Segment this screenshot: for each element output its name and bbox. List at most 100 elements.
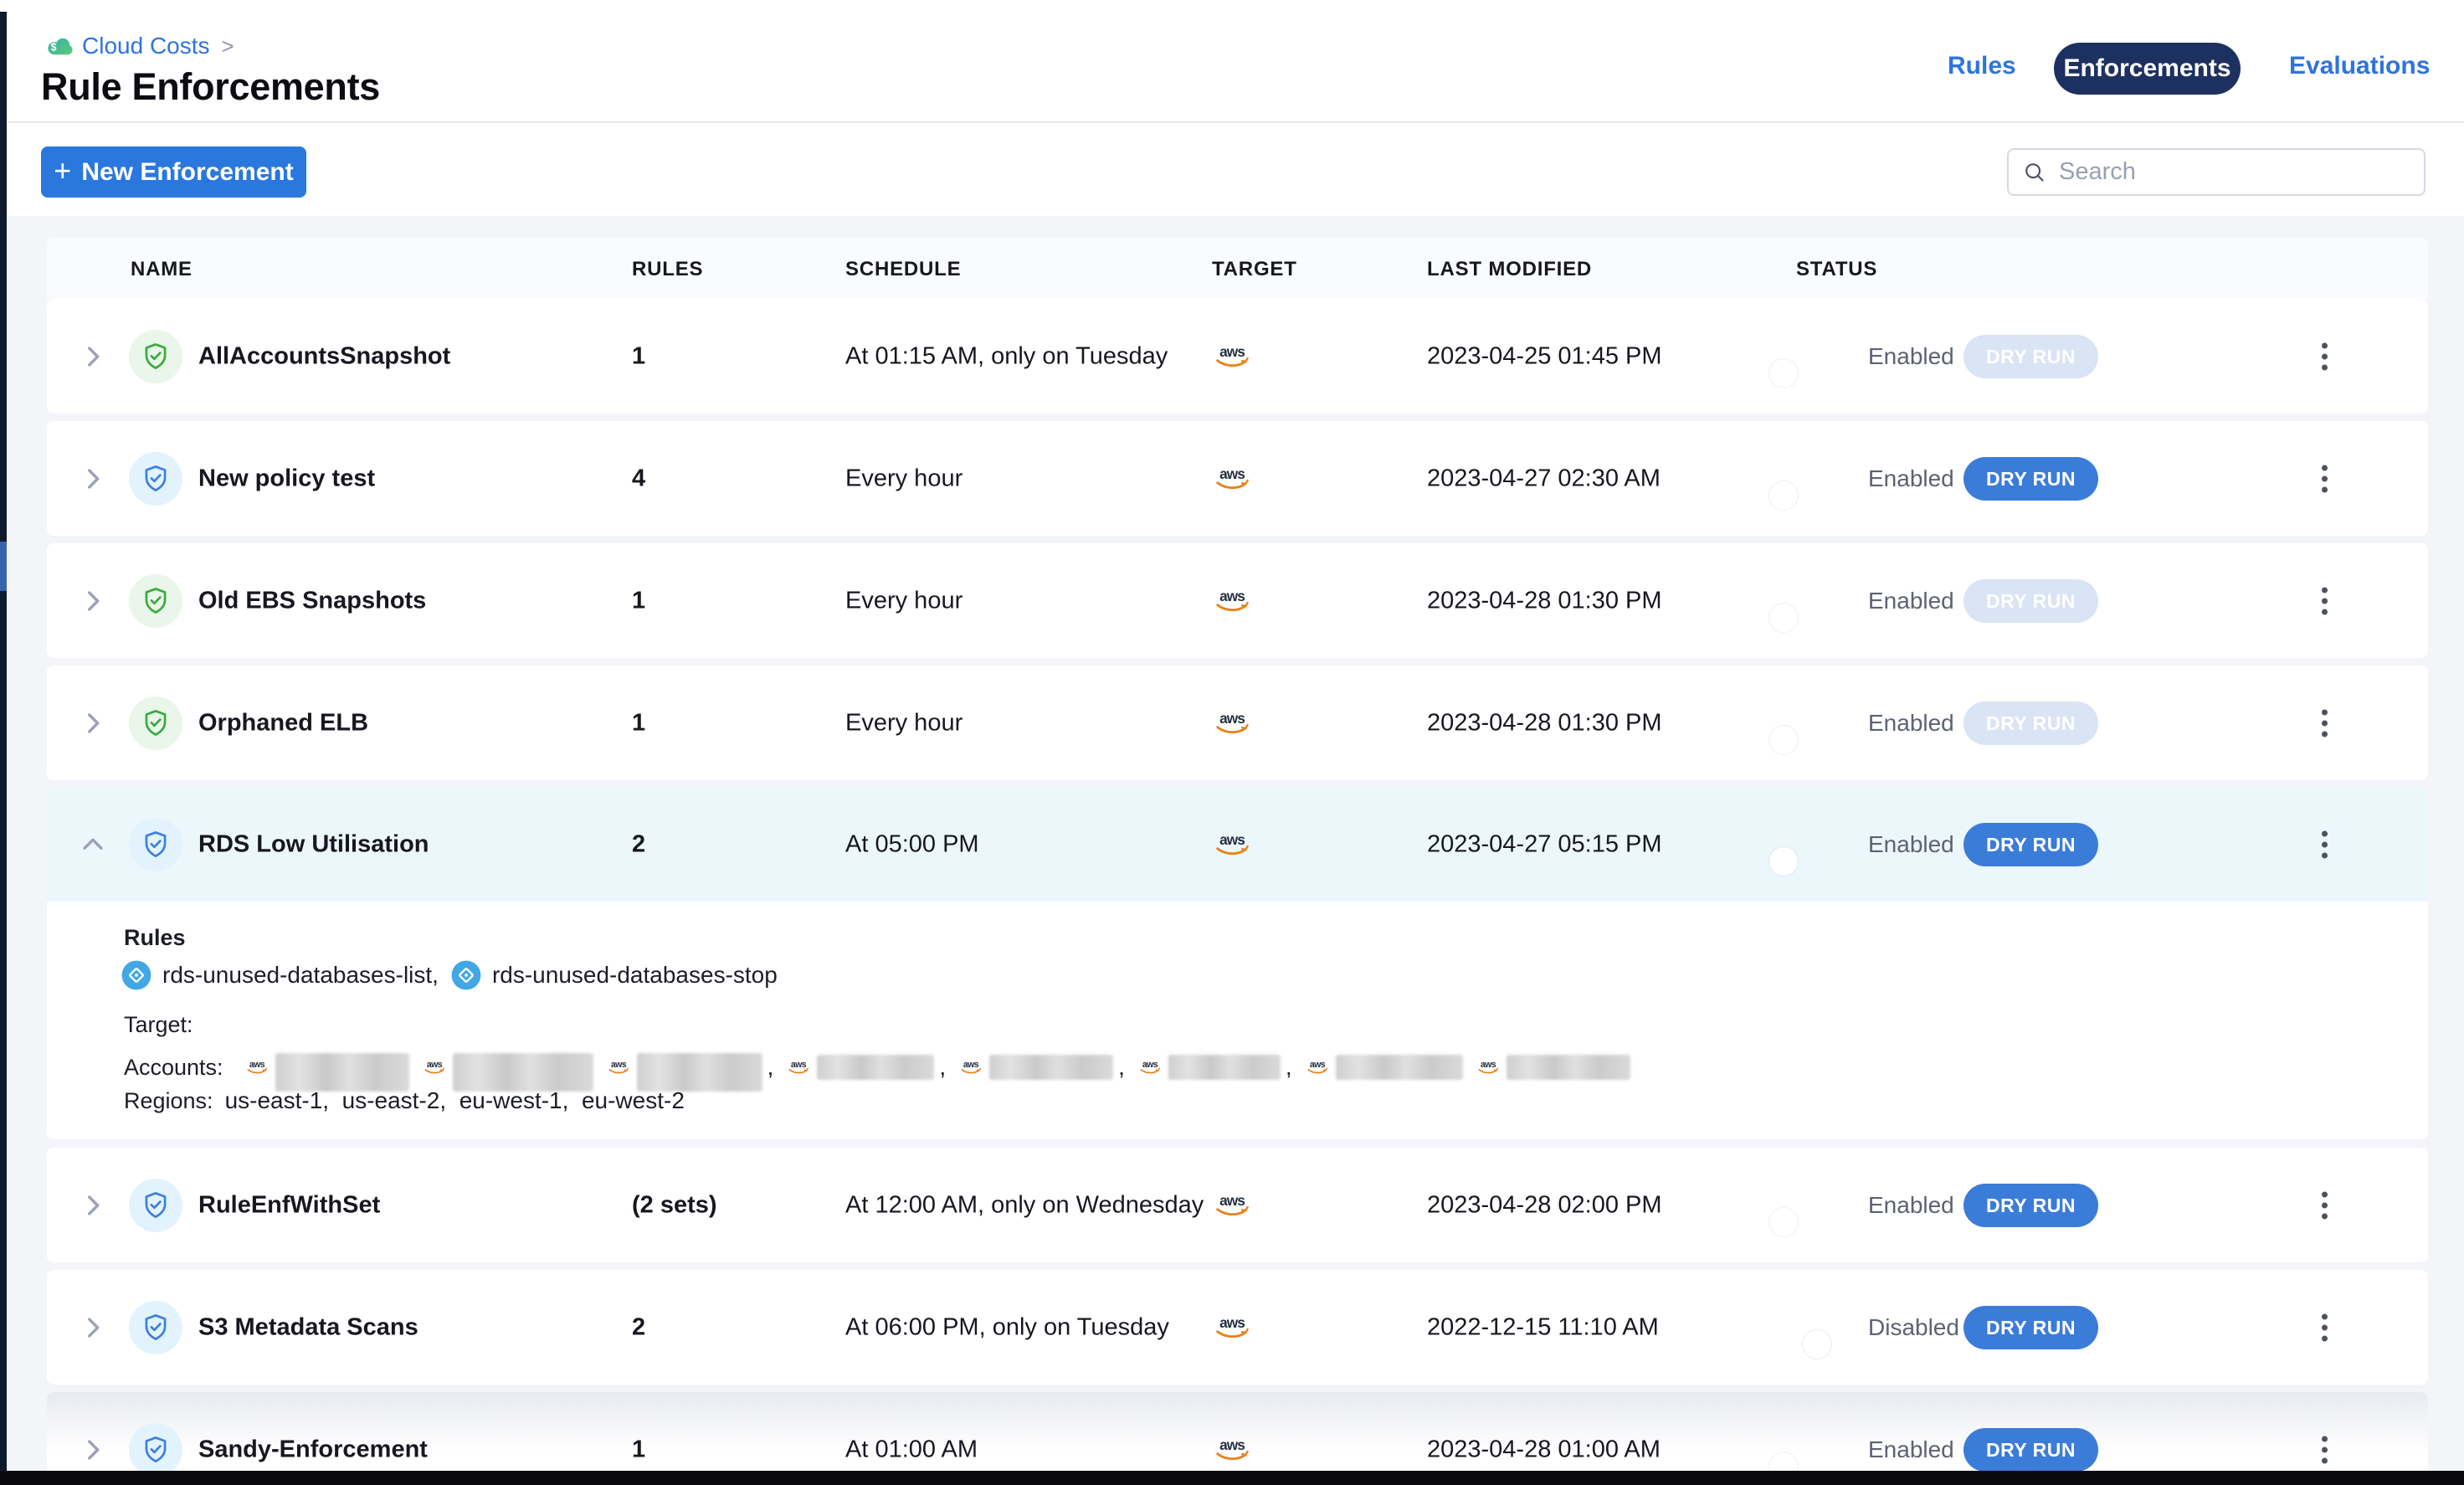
- enforcement-shield-icon: [129, 1301, 182, 1354]
- new-enforcement-label: New Enforcement: [81, 158, 293, 187]
- table-row: New policy test 4 Every hour 2023-04-27 …: [47, 421, 2428, 536]
- enforcement-shield-icon: [129, 1179, 182, 1232]
- rules-count: 1: [632, 342, 645, 370]
- expand-chevron-icon[interactable]: [79, 1313, 107, 1342]
- last-modified: 2023-04-27 05:15 PM: [1427, 830, 1662, 858]
- tab-enforcements[interactable]: Enforcements: [2054, 43, 2241, 95]
- column-header-schedule: SCHEDULE: [845, 258, 961, 281]
- redacted-account: [957, 1055, 1113, 1080]
- collapse-chevron-icon[interactable]: [79, 830, 107, 859]
- enforcement-name[interactable]: AllAccountsSnapshot: [198, 342, 450, 370]
- enforcement-name[interactable]: New policy test: [198, 465, 375, 492]
- status-label: Enabled: [1868, 1436, 1954, 1463]
- table-row: RuleEnfWithSet (2 sets) At 12:00 AM, onl…: [47, 1148, 2428, 1262]
- cloud-costs-icon: $: [47, 35, 74, 58]
- kebab-menu-icon[interactable]: [2317, 1431, 2333, 1468]
- details-target-label: Target:: [124, 1012, 193, 1038]
- redacted-account: [1475, 1055, 1630, 1080]
- rules-count: 1: [632, 587, 645, 614]
- enforcement-name[interactable]: Orphaned ELB: [198, 709, 368, 737]
- expand-chevron-icon[interactable]: [79, 587, 107, 615]
- column-header-last-modified: LAST MODIFIED: [1427, 258, 1592, 281]
- redacted-account: [1304, 1055, 1463, 1080]
- enforcement-name[interactable]: Old EBS Snapshots: [198, 587, 426, 614]
- accounts-row: Accounts: , , , ,: [124, 1049, 1630, 1086]
- table-row: S3 Metadata Scans 2 At 06:00 PM, only on…: [47, 1270, 2428, 1385]
- column-header-name: NAME: [131, 258, 192, 281]
- schedule-text: Every hour: [845, 465, 963, 492]
- schedule-text: At 01:15 AM, only on Tuesday: [845, 342, 1168, 370]
- expanded-details: Rules rds-unused-databases-list, rds-unu…: [47, 902, 2428, 1139]
- enforcement-shield-icon: [129, 452, 182, 506]
- left-nav-edge: [0, 12, 7, 1471]
- aws-logo: [1212, 711, 1252, 736]
- tab-evaluations[interactable]: Evaluations: [2289, 52, 2430, 80]
- enforcement-shield-icon: [129, 1423, 182, 1477]
- app-viewport: $ Cloud Costs > Rule Enforcements Rules …: [0, 0, 2464, 1485]
- details-rules-label: Rules: [124, 925, 186, 951]
- enforcement-name[interactable]: Sandy-Enforcement: [198, 1436, 428, 1463]
- left-nav-scroll-indicator: [0, 542, 7, 591]
- enforcement-name[interactable]: S3 Metadata Scans: [198, 1313, 418, 1341]
- rule-item[interactable]: rds-unused-databases-list,: [121, 959, 439, 991]
- regions-value: us-east-1, us-east-2, eu-west-1, eu-west…: [225, 1087, 685, 1114]
- kebab-menu-icon[interactable]: [2317, 1186, 2333, 1224]
- search-input[interactable]: Search: [2007, 148, 2426, 196]
- redacted-account: [244, 1048, 409, 1087]
- aws-logo: [1212, 1193, 1252, 1218]
- aws-logo: [1212, 588, 1252, 614]
- aws-logo: [1212, 344, 1252, 369]
- last-modified: 2023-04-28 01:30 PM: [1427, 587, 1662, 614]
- expand-chevron-icon[interactable]: [79, 709, 107, 737]
- aws-logo: [1212, 466, 1252, 491]
- rule-item[interactable]: rds-unused-databases-stop: [450, 959, 778, 991]
- enforcement-shield-icon: [129, 818, 182, 871]
- rules-count: 1: [632, 709, 645, 737]
- dry-run-badge: DRY RUN: [1964, 701, 2098, 745]
- last-modified: 2023-04-28 01:00 AM: [1427, 1436, 1661, 1463]
- enforcement-name[interactable]: RDS Low Utilisation: [198, 830, 429, 858]
- dry-run-badge: DRY RUN: [1964, 1306, 2098, 1349]
- enforcement-shield-icon: [129, 574, 182, 628]
- kebab-menu-icon[interactable]: [2317, 704, 2333, 742]
- last-modified: 2022-12-15 11:10 AM: [1427, 1313, 1659, 1341]
- schedule-text: Every hour: [845, 709, 963, 737]
- dry-run-badge: DRY RUN: [1964, 823, 2098, 866]
- rule-icon: [121, 959, 152, 991]
- table-header: NAME RULES SCHEDULE TARGET LAST MODIFIED…: [47, 238, 2428, 299]
- expand-chevron-icon[interactable]: [79, 342, 107, 371]
- breadcrumb-link[interactable]: Cloud Costs: [82, 33, 210, 59]
- enforcement-name[interactable]: RuleEnfWithSet: [198, 1191, 380, 1219]
- expand-chevron-icon[interactable]: [79, 1436, 107, 1464]
- expand-chevron-icon[interactable]: [79, 1191, 107, 1220]
- kebab-menu-icon[interactable]: [2317, 582, 2333, 619]
- schedule-text: Every hour: [845, 587, 963, 614]
- breadcrumb: $ Cloud Costs >: [47, 32, 234, 60]
- dry-run-badge: DRY RUN: [1964, 1184, 2098, 1227]
- rule-icon: [450, 959, 482, 991]
- regions-label: Regions:: [124, 1088, 213, 1114]
- new-enforcement-button[interactable]: + New Enforcement: [41, 146, 306, 198]
- rules-count: (2 sets): [632, 1191, 717, 1219]
- kebab-menu-icon[interactable]: [2317, 337, 2333, 375]
- tab-rules[interactable]: Rules: [1948, 52, 2016, 80]
- redacted-account: [421, 1048, 593, 1087]
- table-row: Orphaned ELB 1 Every hour 2023-04-28 01:…: [47, 665, 2428, 780]
- kebab-menu-icon[interactable]: [2317, 1308, 2333, 1346]
- status-label: Enabled: [1868, 710, 1954, 737]
- status-label: Enabled: [1868, 1192, 1954, 1219]
- table-row: Old EBS Snapshots 1 Every hour 2023-04-2…: [47, 543, 2428, 658]
- expand-chevron-icon[interactable]: [79, 465, 107, 493]
- regions-row: Regions: us-east-1, us-east-2, eu-west-1…: [124, 1087, 685, 1114]
- table-row-expanded: RDS Low Utilisation 2 At 05:00 PM 2023-0…: [47, 787, 2428, 1139]
- redacted-account: [785, 1055, 934, 1080]
- page-title: Rule Enforcements: [41, 65, 380, 109]
- kebab-menu-icon[interactable]: [2317, 460, 2333, 497]
- table-row: AllAccountsSnapshot 1 At 01:15 AM, only …: [47, 299, 2428, 414]
- enforcement-shield-icon: [129, 330, 182, 383]
- last-modified: 2023-04-27 02:30 AM: [1427, 465, 1661, 492]
- rule-list: rds-unused-databases-list, rds-unused-da…: [121, 957, 778, 994]
- kebab-menu-icon[interactable]: [2317, 825, 2333, 863]
- aws-logo: [1212, 1315, 1252, 1340]
- last-modified: 2023-04-28 02:00 PM: [1427, 1191, 1662, 1219]
